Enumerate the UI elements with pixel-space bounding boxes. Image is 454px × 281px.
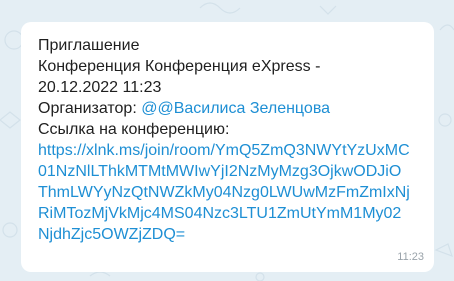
organizer-label: Организатор: [38,100,142,117]
organizer-mention[interactable]: @@Василиса Зеленцова [141,100,330,117]
conference-name: Конференция Конференция eXpress - [38,58,321,75]
invitation-title: Приглашение [38,37,140,54]
conference-link[interactable]: https://xlnk.ms/join/room/YmQ5ZmQ3NWYtYz… [38,140,410,245]
message-bubble: Приглашение Конференция Конференция eXpr… [21,22,434,272]
conference-link-label: Ссылка на конференцию: [38,121,230,138]
message-text: Приглашение Конференция Конференция eXpr… [38,35,418,245]
organizer-line: Организатор: @@Василиса Зеленцова [38,98,418,119]
message-timestamp: 11:23 [397,251,424,263]
conference-datetime: 20.12.2022 11:23 [38,79,162,96]
